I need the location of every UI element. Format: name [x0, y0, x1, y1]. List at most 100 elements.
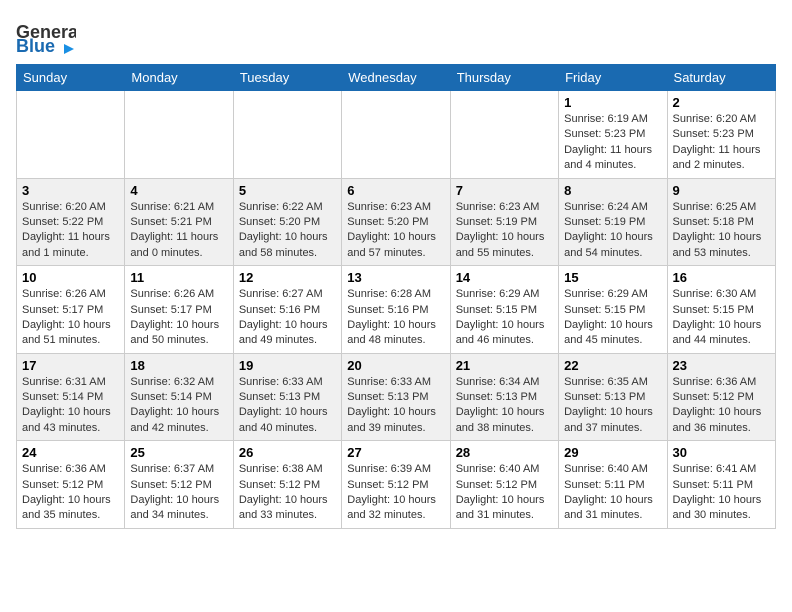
day-info: Sunrise: 6:40 AM Sunset: 5:12 PM Dayligh…	[456, 462, 553, 524]
day-info: Sunrise: 6:23 AM Sunset: 5:19 PM Dayligh…	[456, 200, 553, 262]
day-info: Sunrise: 6:26 AM Sunset: 5:17 PM Dayligh…	[130, 287, 227, 349]
calendar-cell: 27 Sunrise: 6:39 AM Sunset: 5:12 PM Dayli…	[342, 441, 450, 529]
calendar-cell: 6 Sunrise: 6:23 AM Sunset: 5:20 PM Daylig…	[342, 178, 450, 266]
calendar-cell: 23 Sunrise: 6:36 AM Sunset: 5:12 PM Dayli…	[667, 353, 775, 441]
calendar-cell: 16 Sunrise: 6:30 AM Sunset: 5:15 PM Dayli…	[667, 266, 775, 354]
calendar-cell: 22 Sunrise: 6:35 AM Sunset: 5:13 PM Dayli…	[559, 353, 667, 441]
calendar-cell: 30Sunrise: 6:41 AM Sunset: 5:11 PM Dayli…	[667, 441, 775, 529]
day-info: Sunrise: 6:38 AM Sunset: 5:12 PM Dayligh…	[239, 462, 336, 524]
day-info: Sunrise: 6:30 AM Sunset: 5:15 PM Dayligh…	[673, 287, 770, 349]
calendar-cell	[125, 91, 233, 179]
day-number: 21	[456, 358, 553, 373]
calendar-cell: 11 Sunrise: 6:26 AM Sunset: 5:17 PM Dayli…	[125, 266, 233, 354]
calendar-cell: 9 Sunrise: 6:25 AM Sunset: 5:18 PM Daylig…	[667, 178, 775, 266]
day-info: Sunrise: 6:19 AM Sunset: 5:23 PM Dayligh…	[564, 112, 661, 174]
calendar-cell: 18 Sunrise: 6:32 AM Sunset: 5:14 PM Dayli…	[125, 353, 233, 441]
day-info: Sunrise: 6:39 AM Sunset: 5:12 PM Dayligh…	[347, 462, 444, 524]
day-number: 28	[456, 445, 553, 460]
day-number: 1	[564, 95, 661, 110]
day-info: Sunrise: 6:40 AM Sunset: 5:11 PM Dayligh…	[564, 462, 661, 524]
calendar-cell: 5 Sunrise: 6:22 AM Sunset: 5:20 PM Daylig…	[233, 178, 341, 266]
day-number: 26	[239, 445, 336, 460]
day-info: Sunrise: 6:32 AM Sunset: 5:14 PM Dayligh…	[130, 375, 227, 437]
day-number: 5	[239, 183, 336, 198]
day-info: Sunrise: 6:34 AM Sunset: 5:13 PM Dayligh…	[456, 375, 553, 437]
header: General Blue	[16, 16, 776, 56]
day-info: Sunrise: 6:29 AM Sunset: 5:15 PM Dayligh…	[564, 287, 661, 349]
day-number: 27	[347, 445, 444, 460]
col-header-tuesday: Tuesday	[233, 65, 341, 91]
day-number: 30	[673, 445, 770, 460]
day-number: 22	[564, 358, 661, 373]
day-number: 16	[673, 270, 770, 285]
calendar-cell: 8 Sunrise: 6:24 AM Sunset: 5:19 PM Daylig…	[559, 178, 667, 266]
day-number: 18	[130, 358, 227, 373]
day-number: 8	[564, 183, 661, 198]
day-info: Sunrise: 6:28 AM Sunset: 5:16 PM Dayligh…	[347, 287, 444, 349]
day-info: Sunrise: 6:35 AM Sunset: 5:13 PM Dayligh…	[564, 375, 661, 437]
svg-text:Blue: Blue	[16, 36, 55, 56]
day-number: 3	[22, 183, 119, 198]
calendar-cell: 15 Sunrise: 6:29 AM Sunset: 5:15 PM Dayli…	[559, 266, 667, 354]
col-header-wednesday: Wednesday	[342, 65, 450, 91]
day-info: Sunrise: 6:36 AM Sunset: 5:12 PM Dayligh…	[22, 462, 119, 524]
col-header-friday: Friday	[559, 65, 667, 91]
day-info: Sunrise: 6:22 AM Sunset: 5:20 PM Dayligh…	[239, 200, 336, 262]
day-info: Sunrise: 6:31 AM Sunset: 5:14 PM Dayligh…	[22, 375, 119, 437]
day-number: 24	[22, 445, 119, 460]
day-info: Sunrise: 6:29 AM Sunset: 5:15 PM Dayligh…	[456, 287, 553, 349]
day-number: 2	[673, 95, 770, 110]
calendar-cell: 28 Sunrise: 6:40 AM Sunset: 5:12 PM Dayli…	[450, 441, 558, 529]
day-info: Sunrise: 6:24 AM Sunset: 5:19 PM Dayligh…	[564, 200, 661, 262]
calendar-cell	[17, 91, 125, 179]
day-number: 11	[130, 270, 227, 285]
day-number: 7	[456, 183, 553, 198]
day-number: 13	[347, 270, 444, 285]
day-info: Sunrise: 6:20 AM Sunset: 5:23 PM Dayligh…	[673, 112, 770, 174]
day-number: 17	[22, 358, 119, 373]
day-number: 10	[22, 270, 119, 285]
day-info: Sunrise: 6:37 AM Sunset: 5:12 PM Dayligh…	[130, 462, 227, 524]
calendar-cell: 25 Sunrise: 6:37 AM Sunset: 5:12 PM Dayli…	[125, 441, 233, 529]
calendar-cell: 2 Sunrise: 6:20 AM Sunset: 5:23 PM Daylig…	[667, 91, 775, 179]
day-info: Sunrise: 6:27 AM Sunset: 5:16 PM Dayligh…	[239, 287, 336, 349]
calendar-cell: 19Sunrise: 6:33 AM Sunset: 5:13 PM Dayli…	[233, 353, 341, 441]
day-number: 12	[239, 270, 336, 285]
day-info: Sunrise: 6:25 AM Sunset: 5:18 PM Dayligh…	[673, 200, 770, 262]
calendar-cell: 20Sunrise: 6:33 AM Sunset: 5:13 PM Dayli…	[342, 353, 450, 441]
col-header-saturday: Saturday	[667, 65, 775, 91]
day-info: Sunrise: 6:20 AM Sunset: 5:22 PM Dayligh…	[22, 200, 119, 262]
day-number: 15	[564, 270, 661, 285]
day-number: 25	[130, 445, 227, 460]
calendar-cell: 24 Sunrise: 6:36 AM Sunset: 5:12 PM Dayli…	[17, 441, 125, 529]
day-info: Sunrise: 6:36 AM Sunset: 5:12 PM Dayligh…	[673, 375, 770, 437]
day-info: Sunrise: 6:33 AM Sunset: 5:13 PM Dayligh…	[347, 375, 444, 437]
calendar-cell: 7 Sunrise: 6:23 AM Sunset: 5:19 PM Daylig…	[450, 178, 558, 266]
day-info: Sunrise: 6:21 AM Sunset: 5:21 PM Dayligh…	[130, 200, 227, 262]
calendar-cell: 26 Sunrise: 6:38 AM Sunset: 5:12 PM Dayli…	[233, 441, 341, 529]
calendar-cell: 4 Sunrise: 6:21 AM Sunset: 5:21 PM Daylig…	[125, 178, 233, 266]
day-number: 19	[239, 358, 336, 373]
calendar-cell	[233, 91, 341, 179]
calendar: SundayMondayTuesdayWednesdayThursdayFrid…	[16, 64, 776, 529]
calendar-cell: 1 Sunrise: 6:19 AM Sunset: 5:23 PM Daylig…	[559, 91, 667, 179]
calendar-cell	[342, 91, 450, 179]
calendar-cell: 3 Sunrise: 6:20 AM Sunset: 5:22 PM Daylig…	[17, 178, 125, 266]
calendar-cell: 12 Sunrise: 6:27 AM Sunset: 5:16 PM Dayli…	[233, 266, 341, 354]
day-number: 4	[130, 183, 227, 198]
day-number: 29	[564, 445, 661, 460]
day-info: Sunrise: 6:23 AM Sunset: 5:20 PM Dayligh…	[347, 200, 444, 262]
col-header-sunday: Sunday	[17, 65, 125, 91]
logo: General Blue	[16, 16, 76, 56]
day-number: 23	[673, 358, 770, 373]
day-number: 6	[347, 183, 444, 198]
day-number: 9	[673, 183, 770, 198]
calendar-cell: 21 Sunrise: 6:34 AM Sunset: 5:13 PM Dayli…	[450, 353, 558, 441]
day-info: Sunrise: 6:26 AM Sunset: 5:17 PM Dayligh…	[22, 287, 119, 349]
calendar-cell: 29 Sunrise: 6:40 AM Sunset: 5:11 PM Dayli…	[559, 441, 667, 529]
col-header-monday: Monday	[125, 65, 233, 91]
calendar-cell: 17 Sunrise: 6:31 AM Sunset: 5:14 PM Dayli…	[17, 353, 125, 441]
calendar-cell: 13 Sunrise: 6:28 AM Sunset: 5:16 PM Dayli…	[342, 266, 450, 354]
col-header-thursday: Thursday	[450, 65, 558, 91]
day-number: 14	[456, 270, 553, 285]
